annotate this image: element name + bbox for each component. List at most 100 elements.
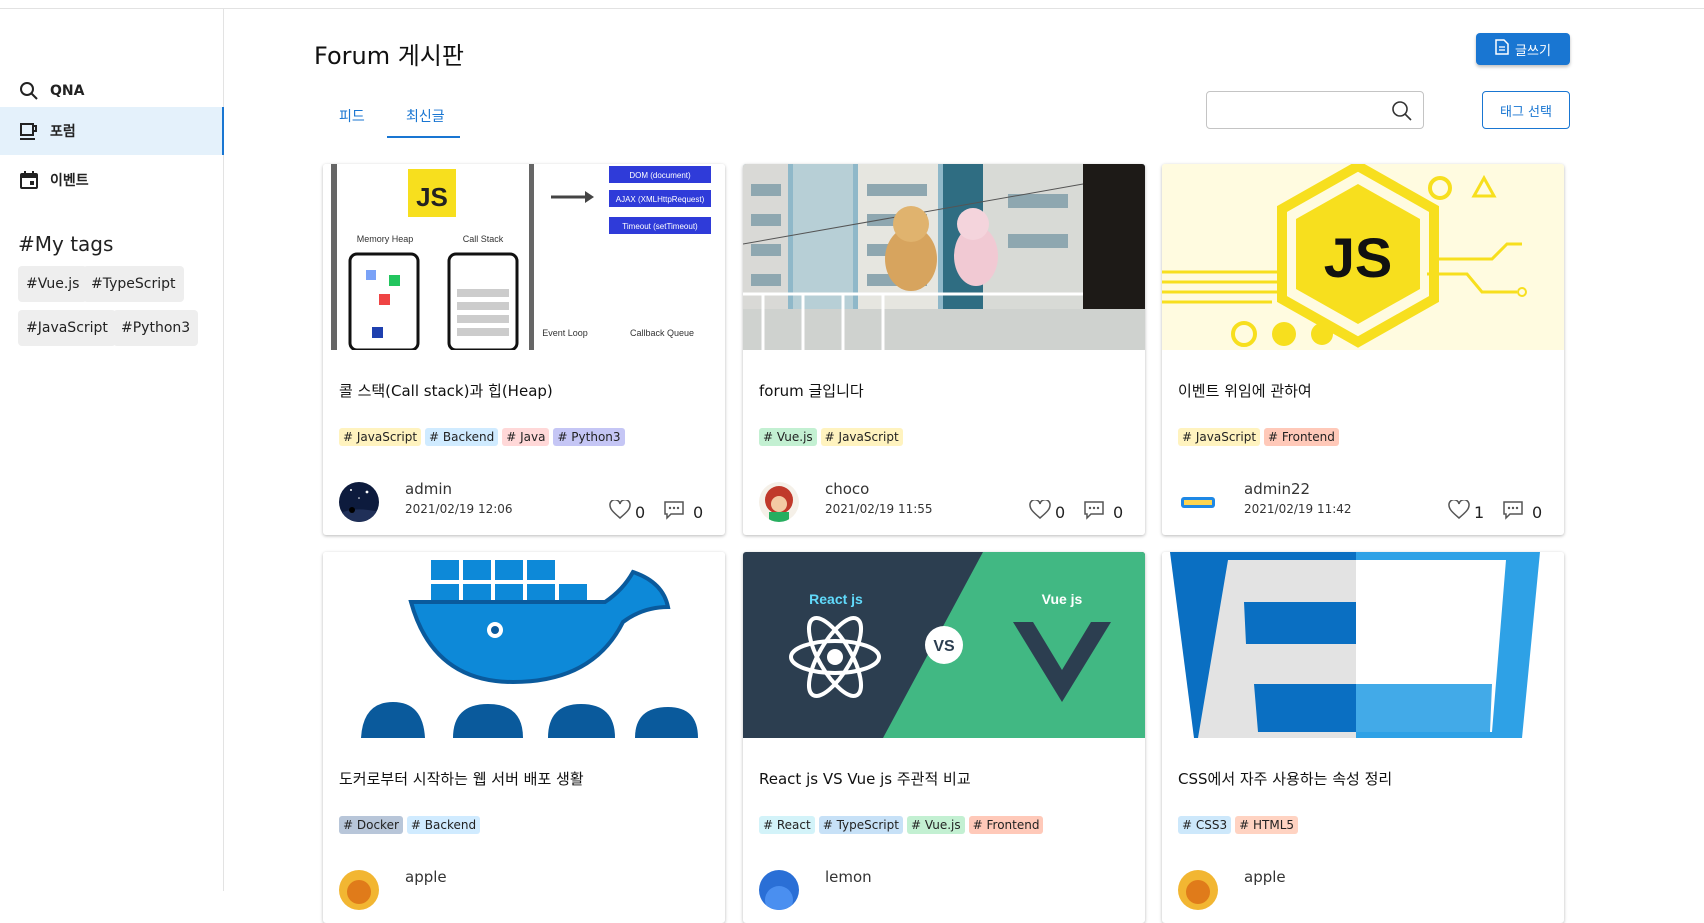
write-button-label: 글쓰기	[1515, 43, 1551, 59]
post-author: lemon	[825, 868, 872, 886]
post-tags: # Docker # Backend	[339, 816, 481, 834]
post-tag[interactable]: # Python3	[553, 428, 625, 446]
thumbnail-text: VS	[933, 638, 955, 655]
comment-button[interactable]: 0	[1083, 500, 1123, 524]
post-tag[interactable]: # CSS3	[1178, 816, 1232, 834]
post-tag[interactable]: # Backend	[425, 428, 499, 446]
post-tag[interactable]: # Java	[502, 428, 550, 446]
post-author: choco	[825, 480, 870, 498]
post-thumbnail	[1162, 552, 1564, 738]
comment-count: 0	[1532, 502, 1543, 522]
sidebar-item-forum[interactable]: 포럼	[0, 107, 224, 155]
post-title[interactable]: 이벤트 위임에 관하여	[1178, 380, 1312, 401]
post-thumbnail: JS Memory Heap Call Stack DOM (document)…	[323, 164, 725, 350]
avatar[interactable]	[1178, 870, 1218, 910]
post-thumbnail: React js VS Vue js	[743, 552, 1145, 738]
post-title[interactable]: forum 글입니다	[759, 380, 864, 401]
post-tag[interactable]: # Frontend	[968, 816, 1044, 834]
post-tag[interactable]: # Vue.js	[906, 816, 965, 834]
post-tag[interactable]: # JavaScript	[820, 428, 903, 446]
sidebar: QNA 포럼 이벤트 #My tags #Vue.js #TypeScript …	[0, 9, 224, 891]
post-tag[interactable]: # React	[759, 816, 815, 834]
post-title[interactable]: 콜 스택(Call stack)과 힙(Heap)	[339, 380, 553, 401]
comment-button[interactable]: 0	[1502, 500, 1542, 524]
thumbnail-text: Call Stack	[463, 234, 504, 244]
post-tags: # CSS3 # HTML5	[1178, 816, 1299, 834]
post-tag[interactable]: # HTML5	[1235, 816, 1299, 834]
calendar-icon	[18, 169, 40, 191]
search-box[interactable]	[1206, 91, 1424, 129]
comment-icon	[1502, 500, 1524, 524]
document-icon	[1495, 39, 1509, 59]
like-button[interactable]: 1	[1448, 498, 1485, 524]
post-author: apple	[405, 868, 447, 886]
post-title[interactable]: CSS에서 자주 사용하는 속성 정리	[1178, 768, 1392, 789]
post-author: admin22	[1244, 480, 1311, 498]
page-title: Forum 게시판	[314, 42, 464, 70]
sidebar-item-label: 이벤트	[50, 173, 89, 189]
post-title[interactable]: 도커로부터 시작하는 웹 서버 배포 생활	[339, 768, 584, 789]
sidebar-item-event[interactable]: 이벤트	[0, 156, 222, 204]
top-divider	[0, 8, 1704, 9]
thumbnail-text: React js	[809, 591, 863, 607]
post-thumbnail	[743, 164, 1145, 350]
post-tag[interactable]: # Backend	[406, 816, 481, 834]
tag-select-button[interactable]: 태그 선택	[1482, 91, 1570, 129]
my-tag-chip[interactable]: #Vue.js	[18, 266, 88, 302]
avatar[interactable]	[339, 482, 379, 522]
heart-icon	[609, 498, 631, 524]
post-tag[interactable]: # TypeScript	[818, 816, 903, 834]
post-tags: # React # TypeScript # Vue.js # Frontend	[759, 816, 1044, 834]
active-tab-indicator	[387, 136, 460, 138]
post-author: admin	[405, 480, 452, 498]
post-tags: # JavaScript # Frontend	[1178, 428, 1339, 446]
post-tag[interactable]: # Docker	[339, 816, 403, 834]
thumbnail-text: Timeout (setTimeout)	[622, 222, 698, 231]
like-count: 0	[1055, 502, 1066, 522]
tab-feed[interactable]: 피드	[339, 106, 365, 126]
post-card[interactable]: forum 글입니다 # Vue.js # JavaScript choco 2…	[743, 164, 1145, 535]
comment-count: 0	[1113, 502, 1124, 522]
thumbnail-text: Event Loop	[542, 328, 588, 338]
tab-latest[interactable]: 최신글	[406, 106, 445, 126]
post-tag[interactable]: # JavaScript	[339, 428, 422, 446]
post-card[interactable]: CSS에서 자주 사용하는 속성 정리 # CSS3 # HTML5 apple	[1162, 552, 1564, 923]
avatar[interactable]	[1178, 482, 1218, 522]
post-card[interactable]: JS 이벤트 위임에 관하여 # JavaScript # Frontend a…	[1162, 164, 1564, 535]
post-tag[interactable]: # Vue.js	[759, 428, 817, 446]
post-tags: # JavaScript # Backend # Java # Python3	[339, 428, 625, 446]
like-count: 0	[635, 502, 646, 522]
post-date: 2021/02/19 12:06	[405, 502, 513, 516]
thumbnail-text: Callback Queue	[630, 328, 694, 338]
my-tag-chip[interactable]: #JavaScript	[18, 310, 116, 346]
search-input[interactable]	[1215, 92, 1389, 128]
avatar[interactable]	[339, 870, 379, 910]
coffee-cup-icon	[18, 120, 40, 142]
post-tag[interactable]: # Frontend	[1264, 428, 1339, 446]
post-tag[interactable]: # JavaScript	[1178, 428, 1261, 446]
post-card[interactable]: JS Memory Heap Call Stack DOM (document)…	[323, 164, 725, 535]
post-title[interactable]: React js VS Vue js 주관적 비교	[759, 768, 971, 789]
post-card[interactable]: 도커로부터 시작하는 웹 서버 배포 생활 # Docker # Backend…	[323, 552, 725, 923]
avatar[interactable]	[759, 482, 799, 522]
comment-button[interactable]: 0	[663, 500, 703, 524]
search-icon[interactable]	[1391, 100, 1413, 126]
like-button[interactable]: 0	[609, 498, 646, 524]
thumbnail-text: AJAX (XMLHttpRequest)	[616, 195, 705, 204]
post-date: 2021/02/19 11:55	[825, 502, 933, 516]
post-thumbnail	[323, 552, 725, 738]
write-button[interactable]: 글쓰기	[1476, 33, 1570, 65]
thumbnail-text: Memory Heap	[357, 234, 414, 244]
comment-icon	[1083, 500, 1105, 524]
post-card[interactable]: React js VS Vue js React js VS Vue js 주관…	[743, 552, 1145, 923]
avatar[interactable]	[759, 870, 799, 910]
my-tag-chip[interactable]: #TypeScript	[83, 266, 184, 302]
search-icon	[18, 80, 40, 102]
sidebar-item-label: 포럼	[50, 124, 76, 140]
thumbnail-text: JS	[1324, 226, 1393, 289]
like-button[interactable]: 0	[1029, 498, 1066, 524]
like-count: 1	[1474, 502, 1485, 522]
heart-icon	[1029, 498, 1051, 524]
my-tag-chip[interactable]: #Python3	[113, 310, 199, 346]
thumbnail-text: JS	[416, 182, 448, 212]
